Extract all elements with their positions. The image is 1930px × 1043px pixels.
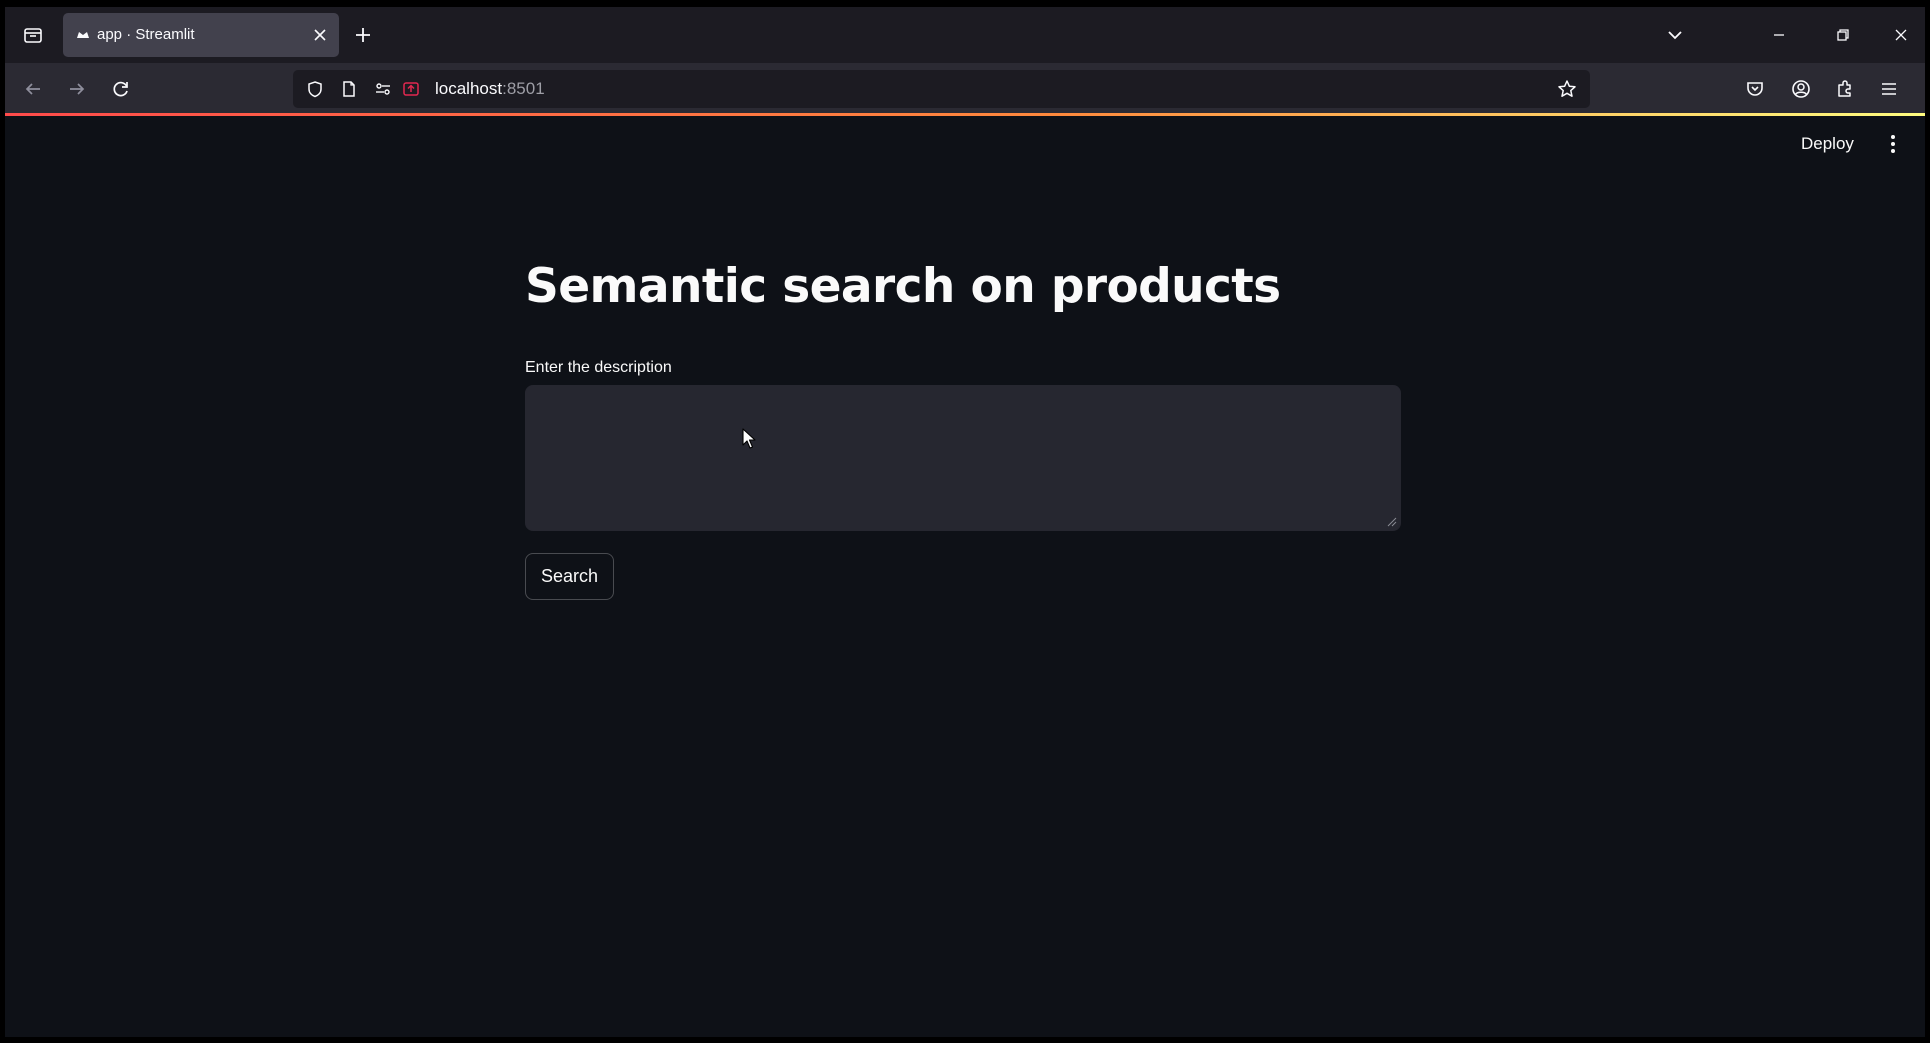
streamlit-app: Deploy Semantic search on products Enter… xyxy=(5,116,1925,1037)
main-menu-kebab-icon[interactable] xyxy=(1881,130,1905,158)
back-arrow-icon[interactable] xyxy=(19,75,47,103)
list-all-tabs-icon[interactable] xyxy=(1661,21,1689,49)
streamlit-favicon-icon xyxy=(75,27,91,43)
description-label: Enter the description xyxy=(525,359,672,376)
window-close-icon[interactable] xyxy=(1887,21,1915,49)
reload-icon[interactable] xyxy=(107,75,135,103)
description-textarea[interactable] xyxy=(525,385,1401,531)
address-bar[interactable]: localhost:8501 xyxy=(293,70,1590,108)
page-title: Semantic search on products xyxy=(525,259,1281,314)
search-button[interactable]: Search xyxy=(525,553,614,600)
deploy-button[interactable]: Deploy xyxy=(1801,132,1854,156)
page-info-icon[interactable] xyxy=(339,79,359,99)
shield-icon[interactable] xyxy=(305,79,325,99)
hamburger-menu-icon[interactable] xyxy=(1875,75,1903,103)
resize-handle-icon[interactable] xyxy=(1384,514,1398,528)
extensions-puzzle-icon[interactable] xyxy=(1831,75,1859,103)
account-icon[interactable] xyxy=(1787,75,1815,103)
minimize-icon[interactable] xyxy=(1765,21,1793,49)
pocket-icon[interactable] xyxy=(1741,75,1769,103)
mouse-cursor-icon xyxy=(742,428,756,450)
restore-icon[interactable] xyxy=(1829,21,1857,49)
browser-window: app · Streamlit localhost:8501 Deploy Se… xyxy=(5,7,1925,1037)
close-tab-icon[interactable] xyxy=(309,24,331,46)
bookmark-star-icon[interactable] xyxy=(1556,78,1578,100)
tab-title: app · Streamlit xyxy=(97,26,195,43)
url-port: :8501 xyxy=(502,79,545,98)
tab-strip: app · Streamlit xyxy=(5,7,1925,63)
permissions-icon[interactable] xyxy=(373,79,393,99)
navigation-toolbar: localhost:8501 xyxy=(5,63,1925,115)
browser-tab[interactable]: app · Streamlit xyxy=(63,13,339,57)
url-host: localhost xyxy=(435,79,503,98)
firefox-view-icon[interactable] xyxy=(19,21,47,49)
forward-arrow-icon[interactable] xyxy=(63,75,91,103)
url-text[interactable]: localhost:8501 xyxy=(435,70,545,108)
new-tab-icon[interactable] xyxy=(349,21,377,49)
autoplay-blocked-icon[interactable] xyxy=(401,79,421,99)
